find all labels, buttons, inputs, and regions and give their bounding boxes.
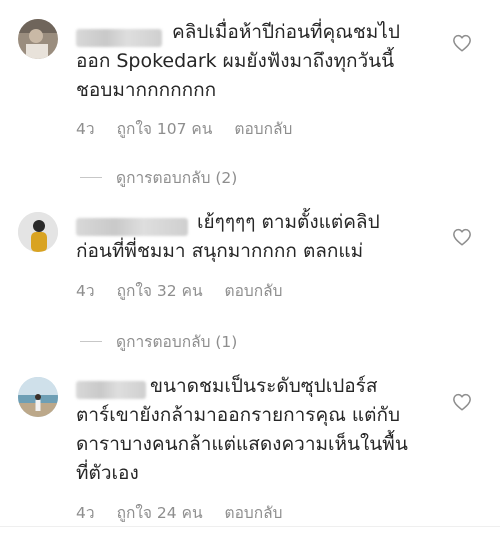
replies-divider-line [80, 177, 102, 178]
comment-time: 4ว [76, 282, 95, 300]
like-count[interactable]: ถูกใจ 32 คน [117, 278, 203, 303]
comment-text: ขนาดชมเป็นระดับซุปเปอร์ส ตาร์เขายังกล้าม… [76, 375, 408, 484]
reply-button[interactable]: ตอบกลับ [234, 116, 292, 141]
reply-button[interactable]: ตอบกลับ [225, 278, 283, 303]
heart-outline-icon[interactable] [452, 228, 472, 246]
comment-time: 4ว [76, 504, 95, 522]
view-replies-button[interactable]: ดูการตอบกลับ (2) [80, 165, 237, 190]
view-replies-label: ดูการตอบกลับ (1) [116, 333, 238, 351]
view-replies-button[interactable]: ดูการตอบกลับ (1) [80, 329, 237, 354]
replies-divider-line [80, 341, 102, 342]
view-replies-label: ดูการตอบกลับ (2) [116, 169, 238, 187]
heart-outline-icon[interactable] [452, 34, 472, 52]
comment-meta: 4ว ถูกใจ 107 คน ตอบกลับ [76, 116, 292, 141]
avatar[interactable] [18, 212, 58, 252]
comment-text: เย้ๆๆๆๆ ตามตั้งแต่คลิป ก่อนที่พี่ชมมา สน… [76, 211, 380, 262]
like-count[interactable]: ถูกใจ 107 คน [117, 116, 213, 141]
comment-time: 4ว [76, 120, 95, 138]
comment-text: คลิปเมื่อห้าปีก่อนที่คุณชมไป ออก Spokeda… [76, 21, 400, 101]
reply-button[interactable]: ตอบกลับ [225, 500, 283, 525]
comment-meta: 4ว ถูกใจ 24 คน ตอบกลับ [76, 500, 282, 525]
like-count[interactable]: ถูกใจ 24 คน [117, 500, 203, 525]
avatar[interactable] [18, 377, 58, 417]
avatar[interactable] [18, 19, 58, 59]
heart-outline-icon[interactable] [452, 393, 472, 411]
comment-meta: 4ว ถูกใจ 32 คน ตอบกลับ [76, 278, 282, 303]
divider [0, 526, 500, 527]
